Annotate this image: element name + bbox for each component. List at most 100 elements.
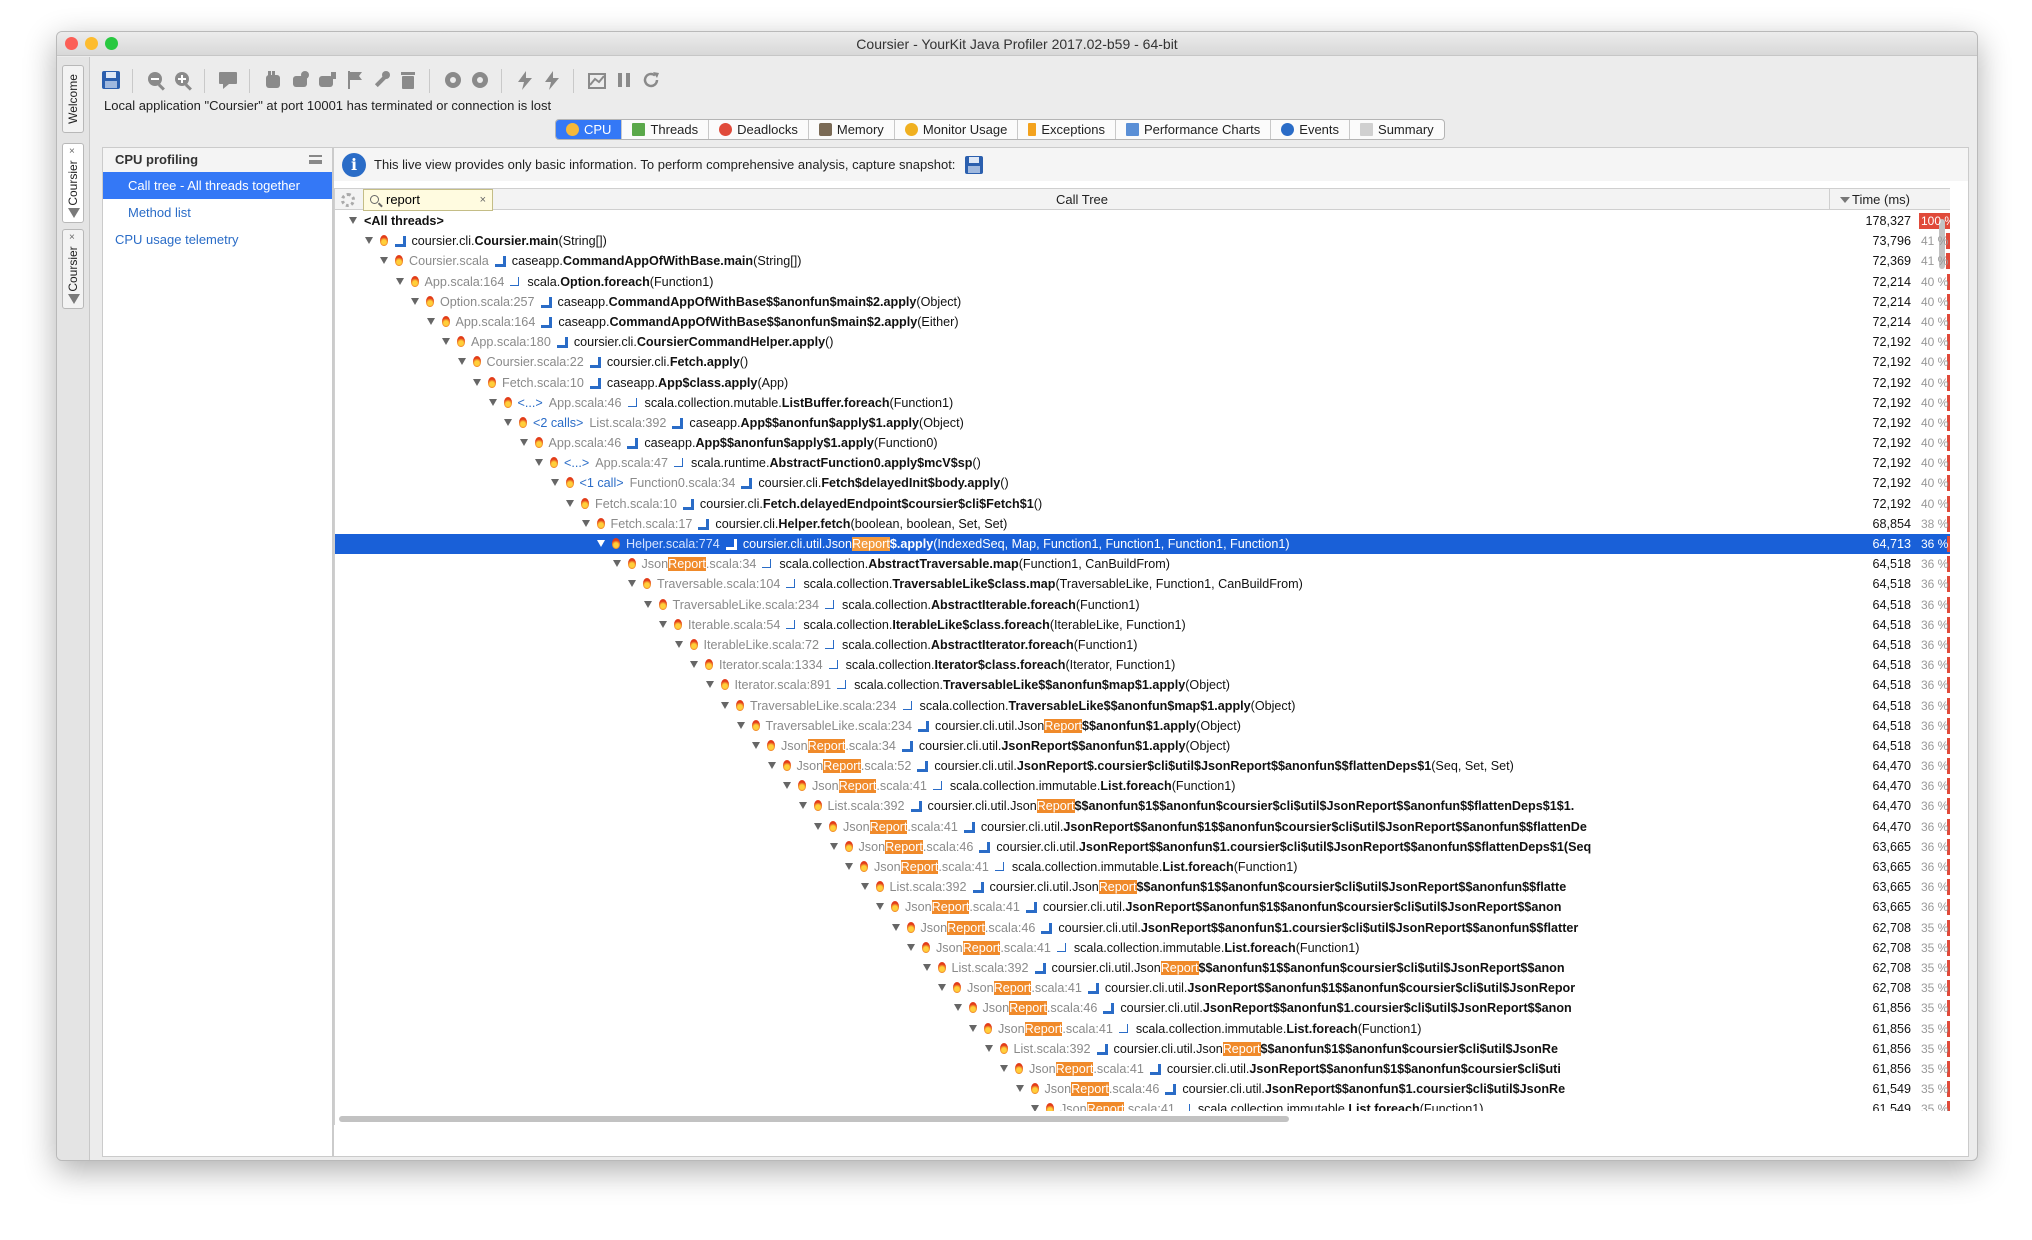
capture-snapshot-icon[interactable] [963,154,985,176]
save-snapshot-button[interactable] [100,69,122,91]
sampling-button[interactable] [541,69,563,91]
expand-triangle-icon[interactable] [1000,1064,1008,1072]
table-row[interactable]: Coursier.scala:22 coursier.cli.Fetch.appl… [335,352,1950,372]
expand-triangle-icon[interactable] [659,620,667,628]
expand-triangle-icon[interactable] [938,984,946,992]
table-row[interactable]: Coursier.scala caseapp.CommandAppOfWithBa… [335,251,1950,271]
col-call-tree[interactable]: Call Tree [335,189,1829,210]
expand-triangle-icon[interactable] [597,540,605,547]
expand-triangle-icon[interactable] [690,661,698,669]
expand-triangle-icon[interactable] [426,317,435,325]
col-time-ms[interactable]: Time (ms) [1829,189,1950,210]
hamburger-menu-icon[interactable] [309,155,322,164]
tab-performance-charts[interactable]: Performance Charts [1116,120,1272,139]
object-allocation-button[interactable] [289,69,311,91]
table-row[interactable]: JsonReport.scala:41 coursier.cli.util.Jso… [335,1059,1950,1079]
telemetry-button[interactable] [586,69,608,91]
zoom-in-button[interactable] [172,69,194,91]
expand-triangle-icon[interactable] [829,842,838,850]
expand-triangle-icon[interactable] [814,822,822,830]
table-row[interactable]: JsonReport.scala:52 coursier.cli.util.Jso… [335,756,1950,776]
expand-triangle-icon[interactable] [922,963,931,971]
expand-triangle-icon[interactable] [752,741,760,749]
clear-search-icon[interactable]: × [480,190,486,210]
tab-session-coursier-2[interactable]: × Coursier [62,229,84,309]
close-icon[interactable]: × [69,146,75,157]
expand-triangle-icon[interactable] [891,923,900,931]
minimize-window-button[interactable] [85,37,98,50]
expand-triangle-icon[interactable] [984,1044,993,1052]
expand-triangle-icon[interactable] [550,479,559,487]
zoom-window-button[interactable] [105,37,118,50]
table-row[interactable]: <...> App.scala:46 scala.collection.mutabl… [335,393,1950,413]
table-row[interactable]: JsonReport.scala:46 coursier.cli.util.Jso… [335,998,1950,1018]
expand-triangle-icon[interactable] [736,721,745,729]
nav-call-tree[interactable]: Call tree - All threads together [103,172,332,199]
expand-triangle-icon[interactable] [705,681,714,689]
table-row[interactable]: <All threads> 178,327 100 % [335,211,1950,231]
expand-triangle-icon[interactable] [364,237,373,245]
expand-triangle-icon[interactable] [457,358,466,366]
comment-button[interactable] [217,69,239,91]
horizontal-scrollbar[interactable] [339,1116,1289,1122]
expand-triangle-icon[interactable] [798,802,807,810]
table-row[interactable]: List.scala:392 coursier.cli.util.JsonRepo… [335,796,1950,816]
table-row[interactable]: App.scala:180 coursier.cli.CoursierComman… [335,332,1950,352]
close-icon[interactable]: × [69,232,75,243]
table-row[interactable]: Iterable.scala:54 scala.collection.Iterab… [335,615,1950,635]
tab-events[interactable]: Events [1271,120,1351,139]
table-row[interactable]: Iterator.scala:1334 scala.collection.Iter… [335,655,1950,675]
table-row[interactable]: Fetch.scala:17 coursier.cli.Helper.fetch(… [335,514,1950,534]
search-field[interactable]: report × [363,189,493,211]
table-row[interactable]: JsonReport.scala:46 coursier.cli.util.Jso… [335,1079,1950,1099]
table-row[interactable]: <2 calls> List.scala:392 caseapp.App$$anon… [335,413,1950,433]
nav-cpu-usage-telemetry[interactable]: CPU usage telemetry [103,226,332,253]
nav-method-list[interactable]: Method list [103,199,332,226]
table-row[interactable]: <...> App.scala:47 scala.runtime.AbstractF… [335,453,1950,473]
tab-memory[interactable]: Memory [809,120,895,139]
expand-triangle-icon[interactable] [876,903,884,911]
table-row[interactable]: JsonReport.scala:41 coursier.cli.util.Jso… [335,817,1950,837]
table-row[interactable]: TraversableLike.scala:234 coursier.cli.ut… [335,716,1950,736]
thread-settings-button[interactable] [469,69,491,91]
expand-triangle-icon[interactable] [1015,1085,1024,1093]
table-row[interactable]: JsonReport.scala:41 scala.collection.immu… [335,938,1950,958]
tab-session-coursier-1[interactable]: × Coursier [62,143,84,223]
close-window-button[interactable] [65,37,78,50]
expand-triangle-icon[interactable] [535,459,543,467]
expand-triangle-icon[interactable] [519,439,528,447]
expand-triangle-icon[interactable] [442,338,450,346]
expand-triangle-icon[interactable] [674,640,683,648]
table-row[interactable]: App.scala:46 caseapp.App$$anonfun$apply$1… [335,433,1950,453]
table-row[interactable]: JsonReport.scala:41 scala.collection.immu… [335,776,1950,796]
tab-exceptions[interactable]: Exceptions [1018,120,1116,139]
table-row[interactable]: App.scala:164 caseapp.CommandAppOfWithBas… [335,312,1950,332]
table-row[interactable]: List.scala:392 coursier.cli.util.JsonRepo… [335,1039,1950,1059]
refresh-button[interactable] [640,69,662,91]
expand-triangle-icon[interactable] [411,297,419,305]
expand-triangle-icon[interactable] [1031,1105,1039,1111]
expand-triangle-icon[interactable] [767,762,776,770]
table-row[interactable]: Iterator.scala:891 scala.collection.Trave… [335,675,1950,695]
table-row[interactable]: Helper.scala:774 coursier.cli.util.JsonRe… [335,534,1950,555]
expand-triangle-icon[interactable] [612,560,621,568]
expand-triangle-icon[interactable] [907,943,915,951]
pause-button[interactable] [613,69,635,91]
expand-triangle-icon[interactable] [643,600,652,608]
cpu-settings-button[interactable] [442,69,464,91]
expand-triangle-icon[interactable] [581,519,590,527]
tab-threads[interactable]: Threads [622,120,710,139]
expand-triangle-icon[interactable] [628,580,636,588]
table-row[interactable]: <1 call> Function0.scala:34 coursier.cli.F… [335,473,1950,493]
expand-triangle-icon[interactable] [395,277,404,285]
expand-triangle-icon[interactable] [349,217,357,224]
table-row[interactable]: JsonReport.scala:46 coursier.cli.util.Jso… [335,837,1950,857]
table-row[interactable]: JsonReport.scala:41 scala.collection.immu… [335,857,1950,877]
expand-triangle-icon[interactable] [473,378,481,386]
expand-triangle-icon[interactable] [488,398,497,406]
expand-triangle-icon[interactable] [953,1004,962,1012]
expand-triangle-icon[interactable] [969,1024,977,1032]
table-row[interactable]: App.scala:164 scala.Option.foreach(Functi… [335,272,1950,292]
table-row[interactable]: IterableLike.scala:72 scala.collection.Ab… [335,635,1950,655]
table-row[interactable]: JsonReport.scala:34 scala.collection.Abst… [335,554,1950,574]
